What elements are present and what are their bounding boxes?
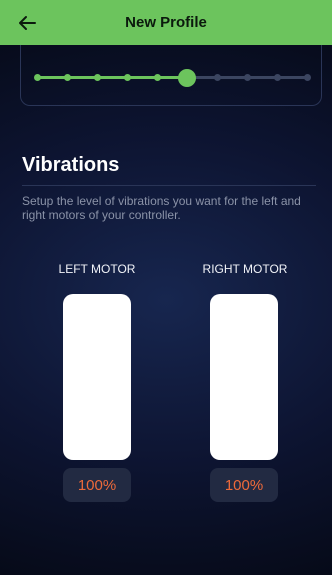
right-motor-value: 100% <box>210 468 278 502</box>
stepper-step-dot <box>213 74 221 81</box>
stepper-connector <box>37 76 67 79</box>
app-header: New Profile <box>0 0 332 45</box>
stepper-step-dot <box>243 74 251 81</box>
stepper-step-dot <box>63 74 71 81</box>
progress-stepper <box>33 68 311 87</box>
stepper-step-dot <box>273 74 281 81</box>
section-description: Setup the level of vibrations you want f… <box>22 194 301 222</box>
stepper-step-dot <box>33 74 41 81</box>
stepper-step-dot <box>123 74 131 81</box>
right-motor-label: RIGHT MOTOR <box>202 262 288 276</box>
left-motor-slider[interactable] <box>63 294 131 460</box>
left-motor-label: LEFT MOTOR <box>58 262 136 276</box>
page-title: New Profile <box>125 14 207 31</box>
stepper-current-step <box>178 68 196 87</box>
progress-stepper-card <box>20 45 322 106</box>
stepper-connector <box>67 76 97 79</box>
stepper-connector <box>217 76 247 79</box>
section-title: Vibrations <box>22 154 120 176</box>
stepper-step-dot <box>93 74 101 81</box>
arrow-left-icon <box>19 16 36 30</box>
stepper-connector <box>277 76 307 79</box>
back-button[interactable] <box>14 10 40 36</box>
stepper-step-dot <box>303 74 311 81</box>
divider <box>22 185 316 186</box>
stepper-connector <box>247 76 277 79</box>
stepper-connector <box>97 76 127 79</box>
right-motor-slider[interactable] <box>210 294 278 460</box>
stepper-step-dot <box>153 74 161 81</box>
stepper-connector <box>127 76 157 79</box>
left-motor-value: 100% <box>63 468 131 502</box>
